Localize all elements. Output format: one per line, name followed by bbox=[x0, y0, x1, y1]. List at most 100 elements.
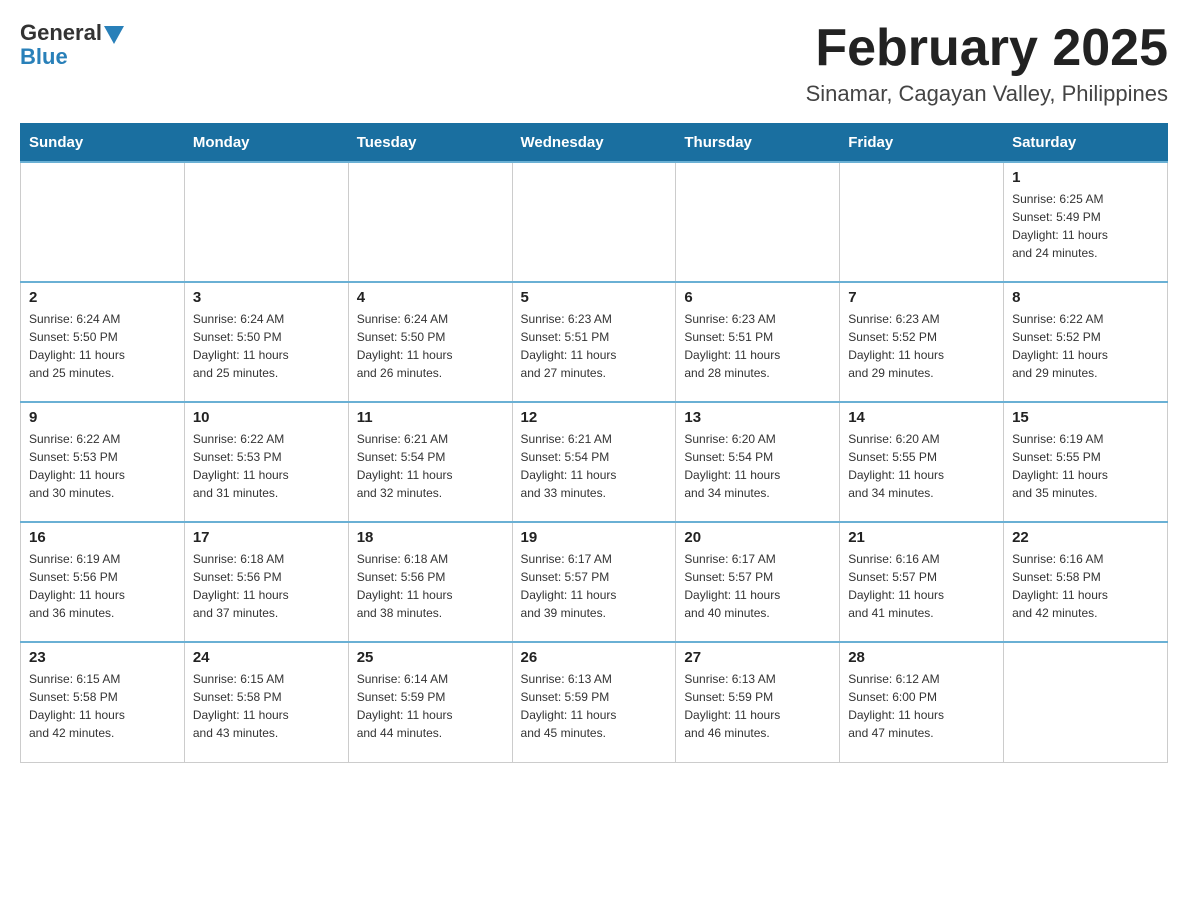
day-info: Sunrise: 6:14 AM Sunset: 5:59 PM Dayligh… bbox=[357, 670, 504, 742]
day-info: Sunrise: 6:23 AM Sunset: 5:51 PM Dayligh… bbox=[684, 310, 831, 382]
day-number: 7 bbox=[848, 289, 995, 306]
day-info: Sunrise: 6:19 AM Sunset: 5:56 PM Dayligh… bbox=[29, 550, 176, 622]
day-info: Sunrise: 6:24 AM Sunset: 5:50 PM Dayligh… bbox=[29, 310, 176, 382]
calendar-cell: 3 Sunrise: 6:24 AM Sunset: 5:50 PM Daylig… bbox=[184, 282, 348, 402]
day-info: Sunrise: 6:20 AM Sunset: 5:54 PM Dayligh… bbox=[684, 430, 831, 502]
weekday-header-wednesday: Wednesday bbox=[512, 124, 676, 163]
day-number: 5 bbox=[521, 289, 668, 306]
day-number: 21 bbox=[848, 529, 995, 546]
day-number: 18 bbox=[357, 529, 504, 546]
day-info: Sunrise: 6:13 AM Sunset: 5:59 PM Dayligh… bbox=[684, 670, 831, 742]
calendar-cell: 26 Sunrise: 6:13 AM Sunset: 5:59 PM Dayli… bbox=[512, 642, 676, 762]
day-number: 25 bbox=[357, 649, 504, 666]
calendar-week-4: 16 Sunrise: 6:19 AM Sunset: 5:56 PM Dayli… bbox=[21, 522, 1168, 642]
day-info: Sunrise: 6:22 AM Sunset: 5:53 PM Dayligh… bbox=[29, 430, 176, 502]
day-number: 17 bbox=[193, 529, 340, 546]
calendar-cell: 27 Sunrise: 6:13 AM Sunset: 5:59 PM Dayli… bbox=[676, 642, 840, 762]
page-header: General Blue February 2025 Sinamar, Caga… bbox=[20, 20, 1168, 107]
calendar-cell: 6Sunrise: 6:23 AM Sunset: 5:51 PM Daylig… bbox=[676, 282, 840, 402]
day-info: Sunrise: 6:17 AM Sunset: 5:57 PM Dayligh… bbox=[684, 550, 831, 622]
calendar-cell bbox=[840, 162, 1004, 282]
day-number: 2 bbox=[29, 289, 176, 306]
calendar-cell: 13 Sunrise: 6:20 AM Sunset: 5:54 PM Dayli… bbox=[676, 402, 840, 522]
calendar-cell: 10 Sunrise: 6:22 AM Sunset: 5:53 PM Dayli… bbox=[184, 402, 348, 522]
day-info: Sunrise: 6:16 AM Sunset: 5:57 PM Dayligh… bbox=[848, 550, 995, 622]
day-number: 12 bbox=[521, 409, 668, 426]
day-info: Sunrise: 6:24 AM Sunset: 5:50 PM Dayligh… bbox=[357, 310, 504, 382]
calendar-cell: 25 Sunrise: 6:14 AM Sunset: 5:59 PM Dayli… bbox=[348, 642, 512, 762]
day-number: 28 bbox=[848, 649, 995, 666]
calendar-week-1: 1 Sunrise: 6:25 AM Sunset: 5:49 PM Daylig… bbox=[21, 162, 1168, 282]
logo-triangle-icon bbox=[104, 26, 124, 44]
day-info: Sunrise: 6:18 AM Sunset: 5:56 PM Dayligh… bbox=[357, 550, 504, 622]
day-number: 15 bbox=[1012, 409, 1159, 426]
day-number: 20 bbox=[684, 529, 831, 546]
title-block: February 2025 Sinamar, Cagayan Valley, P… bbox=[806, 20, 1168, 107]
calendar-cell: 12 Sunrise: 6:21 AM Sunset: 5:54 PM Dayli… bbox=[512, 402, 676, 522]
calendar-cell bbox=[512, 162, 676, 282]
day-number: 1 bbox=[1012, 169, 1159, 186]
day-number: 13 bbox=[684, 409, 831, 426]
day-info: Sunrise: 6:13 AM Sunset: 5:59 PM Dayligh… bbox=[521, 670, 668, 742]
calendar-week-5: 23 Sunrise: 6:15 AM Sunset: 5:58 PM Dayli… bbox=[21, 642, 1168, 762]
day-info: Sunrise: 6:25 AM Sunset: 5:49 PM Dayligh… bbox=[1012, 190, 1159, 262]
calendar-cell: 9Sunrise: 6:22 AM Sunset: 5:53 PM Daylig… bbox=[21, 402, 185, 522]
weekday-header-thursday: Thursday bbox=[676, 124, 840, 163]
logo-general-text: General bbox=[20, 20, 102, 46]
calendar-cell: 4Sunrise: 6:24 AM Sunset: 5:50 PM Daylig… bbox=[348, 282, 512, 402]
day-info: Sunrise: 6:17 AM Sunset: 5:57 PM Dayligh… bbox=[521, 550, 668, 622]
calendar-cell: 15 Sunrise: 6:19 AM Sunset: 5:55 PM Dayli… bbox=[1004, 402, 1168, 522]
day-info: Sunrise: 6:20 AM Sunset: 5:55 PM Dayligh… bbox=[848, 430, 995, 502]
weekday-header-tuesday: Tuesday bbox=[348, 124, 512, 163]
calendar-table: SundayMondayTuesdayWednesdayThursdayFrid… bbox=[20, 123, 1168, 763]
day-number: 19 bbox=[521, 529, 668, 546]
calendar-cell: 5Sunrise: 6:23 AM Sunset: 5:51 PM Daylig… bbox=[512, 282, 676, 402]
day-number: 16 bbox=[29, 529, 176, 546]
calendar-week-2: 2 Sunrise: 6:24 AM Sunset: 5:50 PM Daylig… bbox=[21, 282, 1168, 402]
day-info: Sunrise: 6:18 AM Sunset: 5:56 PM Dayligh… bbox=[193, 550, 340, 622]
calendar-cell: 23 Sunrise: 6:15 AM Sunset: 5:58 PM Dayli… bbox=[21, 642, 185, 762]
calendar-cell bbox=[348, 162, 512, 282]
calendar-cell bbox=[1004, 642, 1168, 762]
weekday-header-monday: Monday bbox=[184, 124, 348, 163]
day-number: 26 bbox=[521, 649, 668, 666]
calendar-cell: 11 Sunrise: 6:21 AM Sunset: 5:54 PM Dayli… bbox=[348, 402, 512, 522]
calendar-cell: 1 Sunrise: 6:25 AM Sunset: 5:49 PM Daylig… bbox=[1004, 162, 1168, 282]
day-info: Sunrise: 6:23 AM Sunset: 5:52 PM Dayligh… bbox=[848, 310, 995, 382]
day-info: Sunrise: 6:15 AM Sunset: 5:58 PM Dayligh… bbox=[29, 670, 176, 742]
day-info: Sunrise: 6:19 AM Sunset: 5:55 PM Dayligh… bbox=[1012, 430, 1159, 502]
calendar-cell bbox=[21, 162, 185, 282]
day-number: 14 bbox=[848, 409, 995, 426]
calendar-cell: 22Sunrise: 6:16 AM Sunset: 5:58 PM Dayli… bbox=[1004, 522, 1168, 642]
calendar-cell: 2 Sunrise: 6:24 AM Sunset: 5:50 PM Daylig… bbox=[21, 282, 185, 402]
calendar-cell bbox=[184, 162, 348, 282]
calendar-cell: 7 Sunrise: 6:23 AM Sunset: 5:52 PM Daylig… bbox=[840, 282, 1004, 402]
calendar-cell: 24 Sunrise: 6:15 AM Sunset: 5:58 PM Dayli… bbox=[184, 642, 348, 762]
day-number: 22 bbox=[1012, 529, 1159, 546]
location-title: Sinamar, Cagayan Valley, Philippines bbox=[806, 81, 1168, 107]
day-number: 3 bbox=[193, 289, 340, 306]
day-info: Sunrise: 6:24 AM Sunset: 5:50 PM Dayligh… bbox=[193, 310, 340, 382]
day-info: Sunrise: 6:21 AM Sunset: 5:54 PM Dayligh… bbox=[521, 430, 668, 502]
day-number: 24 bbox=[193, 649, 340, 666]
calendar-cell: 19 Sunrise: 6:17 AM Sunset: 5:57 PM Dayli… bbox=[512, 522, 676, 642]
day-info: Sunrise: 6:22 AM Sunset: 5:52 PM Dayligh… bbox=[1012, 310, 1159, 382]
day-number: 23 bbox=[29, 649, 176, 666]
day-info: Sunrise: 6:22 AM Sunset: 5:53 PM Dayligh… bbox=[193, 430, 340, 502]
day-info: Sunrise: 6:21 AM Sunset: 5:54 PM Dayligh… bbox=[357, 430, 504, 502]
weekday-header-sunday: Sunday bbox=[21, 124, 185, 163]
day-info: Sunrise: 6:15 AM Sunset: 5:58 PM Dayligh… bbox=[193, 670, 340, 742]
calendar-cell bbox=[676, 162, 840, 282]
day-number: 27 bbox=[684, 649, 831, 666]
calendar-cell: 28 Sunrise: 6:12 AM Sunset: 6:00 PM Dayli… bbox=[840, 642, 1004, 762]
logo: General Blue bbox=[20, 20, 124, 70]
weekday-header-friday: Friday bbox=[840, 124, 1004, 163]
calendar-cell: 20 Sunrise: 6:17 AM Sunset: 5:57 PM Dayli… bbox=[676, 522, 840, 642]
logo-blue-text: Blue bbox=[20, 44, 68, 70]
day-number: 11 bbox=[357, 409, 504, 426]
calendar-cell: 18 Sunrise: 6:18 AM Sunset: 5:56 PM Dayli… bbox=[348, 522, 512, 642]
day-info: Sunrise: 6:12 AM Sunset: 6:00 PM Dayligh… bbox=[848, 670, 995, 742]
weekday-header-row: SundayMondayTuesdayWednesdayThursdayFrid… bbox=[21, 124, 1168, 163]
day-number: 10 bbox=[193, 409, 340, 426]
month-title: February 2025 bbox=[806, 20, 1168, 77]
